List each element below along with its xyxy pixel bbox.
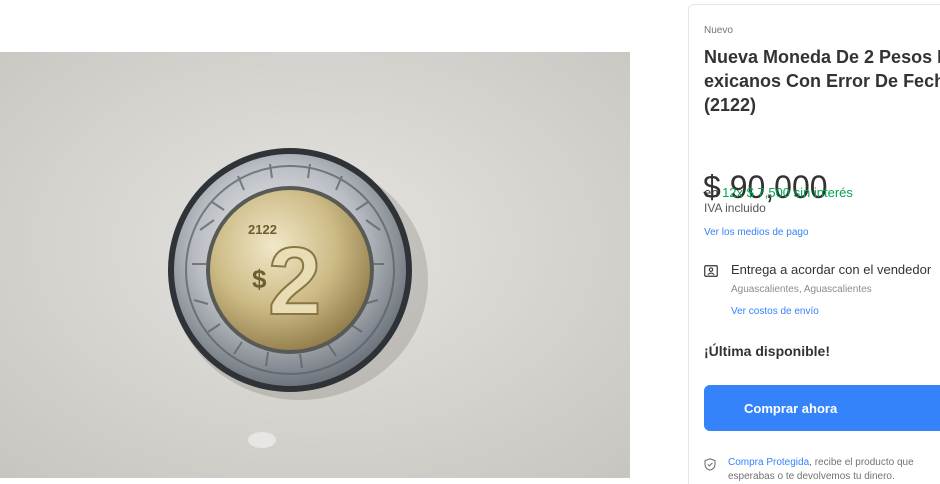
product-photo: 2122 $ 2 [0, 52, 630, 478]
protected-purchase-link[interactable]: Compra Protegida [728, 457, 809, 468]
handshake-icon [704, 265, 718, 277]
product-title: Nueva Moneda De 2 Pesos Mexicanos Con Er… [704, 47, 940, 115]
buy-box: Nuevo Nueva Moneda De 2 Pesos Mexicanos … [688, 4, 940, 484]
protection-text: Compra Protegida, recibe el producto que… [728, 456, 914, 484]
coin-denomination: 2 [268, 228, 321, 335]
tax-note: IVA incluido [704, 201, 766, 215]
payment-methods-link[interactable]: Ver los medios de pago [704, 227, 809, 238]
seller-location: Aguascalientes, Aguascalientes [731, 284, 872, 295]
shield-icon [704, 458, 716, 471]
product-image-gallery[interactable]: 2122 $ 2 [0, 52, 630, 478]
installments-info: en 12x $ 7,500 sin interés [704, 185, 853, 201]
stock-status: ¡Última disponible! [704, 343, 830, 359]
protection-line2: esperabas o te devolvemos tu dinero. [728, 471, 895, 482]
coin-currency-symbol: $ [252, 264, 267, 294]
product-page: 2122 $ 2 Nuevo Nueva Moneda De 2 Pesos M… [0, 0, 940, 484]
purchase-protection: Compra Protegida, recibe el producto que… [704, 456, 940, 484]
delivery-text: Entrega a acordar con el vendedor [731, 262, 932, 277]
installments-offer: 12x $ 7,500 sin interés [722, 185, 853, 200]
shipping-info: Entrega a acordar con el vendedor Aguasc… [704, 262, 940, 322]
shipping-costs-link[interactable]: Ver costos de envío [731, 306, 819, 317]
protection-line1: , recibe el producto que [809, 457, 914, 468]
buy-now-button[interactable]: Comprar ahora [704, 385, 940, 431]
item-condition: Nuevo [704, 25, 733, 36]
installments-prefix: en [704, 185, 723, 200]
